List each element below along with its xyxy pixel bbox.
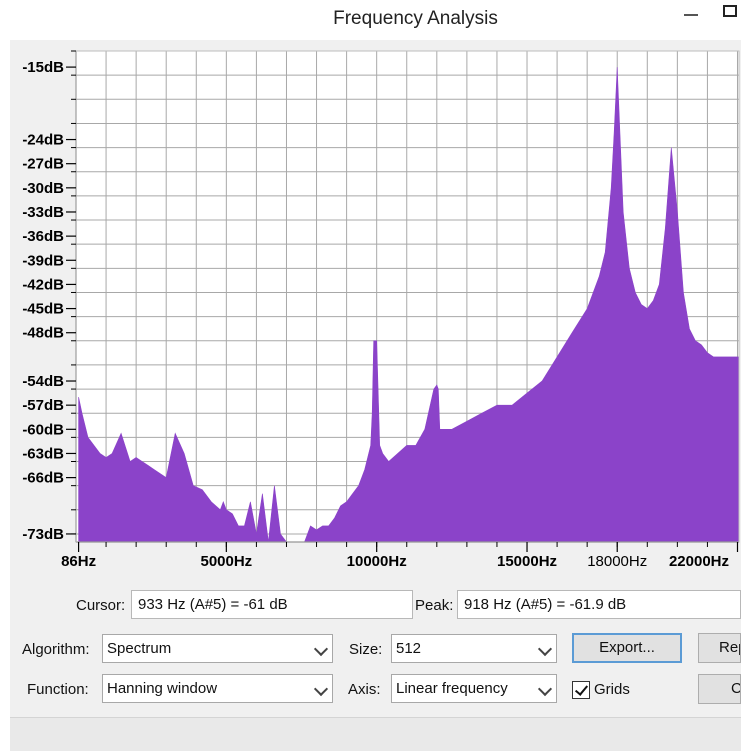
cursor-label: Cursor: xyxy=(76,597,126,614)
chevron-down-icon xyxy=(313,681,329,697)
cursor-value-field[interactable]: 933 Hz (A#5) = -61 dB xyxy=(131,590,413,619)
x-tick-label: 10000Hz xyxy=(347,553,407,570)
grids-checkbox[interactable] xyxy=(572,681,590,699)
axis-label: Axis: xyxy=(348,681,381,698)
replot-button[interactable]: Replot xyxy=(698,633,741,663)
y-tick-label: -73dB xyxy=(22,526,64,543)
y-tick-label: -24dB xyxy=(22,132,64,149)
function-select[interactable]: Hanning window xyxy=(102,674,333,703)
peak-label: Peak: xyxy=(415,597,454,614)
close-button[interactable]: Close xyxy=(698,674,741,704)
size-select-value: 512 xyxy=(396,640,422,657)
function-label: Function: xyxy=(27,681,89,698)
chevron-down-icon xyxy=(537,681,553,697)
peak-value-field[interactable]: 918 Hz (A#5) = -61.9 dB xyxy=(457,590,741,619)
y-tick-label: -30dB xyxy=(22,180,64,197)
chevron-down-icon xyxy=(537,641,553,657)
spectrum-plot[interactable]: -15dB -24dB -27dB -30dB -33dB -36dB -39dB -42dB… xyxy=(10,45,741,580)
y-tick-label: -66dB xyxy=(22,470,64,487)
checkmark-icon xyxy=(574,682,589,696)
grids-label: Grids xyxy=(594,681,630,698)
y-tick-label: -42dB xyxy=(22,276,64,293)
minimize-icon[interactable] xyxy=(684,14,698,16)
y-tick-label: -54dB xyxy=(22,373,64,390)
y-tick-label: -36dB xyxy=(22,228,64,245)
axis-select-value: Linear frequency xyxy=(396,680,508,697)
y-tick-label: -15dB xyxy=(22,59,64,76)
axis-select[interactable]: Linear frequency xyxy=(391,674,557,703)
algorithm-select[interactable]: Spectrum xyxy=(102,634,333,663)
spectrum-plot-svg[interactable]: -15dB -24dB -27dB -30dB -33dB -36dB -39dB -42dB… xyxy=(10,45,741,580)
x-tick-label: 5000Hz xyxy=(200,553,252,570)
y-tick-label: -60dB xyxy=(22,421,64,438)
y-tick-label: -63dB xyxy=(22,445,64,462)
status-strip xyxy=(10,717,741,751)
window-title: Frequency Analysis xyxy=(333,8,498,29)
y-tick-label: -48dB xyxy=(22,325,64,342)
algorithm-label: Algorithm: xyxy=(22,641,90,658)
algorithm-select-value: Spectrum xyxy=(107,640,172,657)
export-button[interactable]: Export... xyxy=(572,633,682,663)
y-tick-label: -27dB xyxy=(22,156,64,173)
x-tick-label: 86Hz xyxy=(61,553,96,570)
title-bar: Frequency Analysis xyxy=(0,0,741,40)
x-tick-label: 18000Hz xyxy=(587,553,647,570)
size-select[interactable]: 512 xyxy=(391,634,557,663)
function-select-value: Hanning window xyxy=(107,680,218,697)
maximize-icon[interactable] xyxy=(723,5,737,17)
y-tick-label: -39dB xyxy=(22,252,64,269)
chevron-down-icon xyxy=(313,641,329,657)
x-tick-label: 15000Hz xyxy=(497,553,557,570)
y-tick-label: -45dB xyxy=(22,301,64,318)
size-label: Size: xyxy=(349,641,383,658)
y-tick-label: -33dB xyxy=(22,204,64,221)
y-tick-label: -57dB xyxy=(22,397,64,414)
x-tick-label: 22000Hz xyxy=(669,553,729,570)
